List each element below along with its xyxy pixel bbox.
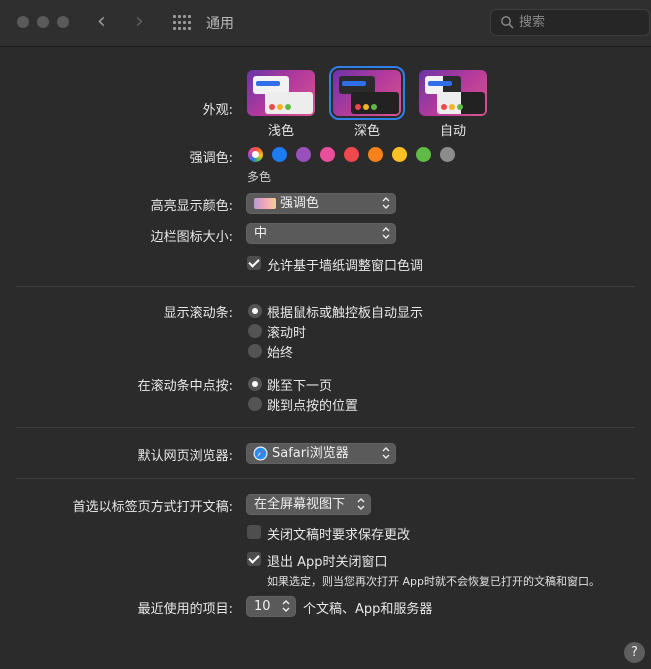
ask-save-label[interactable]: 关闭文稿时要求保存更改 xyxy=(267,524,410,543)
accent-swatch-multicolor[interactable] xyxy=(248,147,263,162)
section-divider xyxy=(16,286,635,287)
accent-selected-name: 多色 xyxy=(247,170,272,184)
appearance-dark-label[interactable]: 深色 xyxy=(333,120,401,139)
show-scrollbars-label: 显示滚动条: xyxy=(163,306,233,321)
accent-swatch-graphite[interactable] xyxy=(440,147,455,162)
close-window-button[interactable] xyxy=(17,16,29,28)
search-input[interactable] xyxy=(519,13,644,32)
accent-swatch-purple[interactable] xyxy=(296,147,311,162)
forward-arrow-icon[interactable]: › xyxy=(135,10,144,34)
scrollbars-always-radio[interactable] xyxy=(248,344,262,358)
wallpaper-tint-checkbox[interactable] xyxy=(247,256,261,270)
accent-swatch-yellow[interactable] xyxy=(392,147,407,162)
zoom-window-button[interactable] xyxy=(57,16,69,28)
recent-items-suffix: 个文稿、App和服务器 xyxy=(303,602,433,617)
prefer-tabs-label: 首选以标签页方式打开文稿: xyxy=(72,500,233,515)
highlight-swatch-icon xyxy=(254,198,276,209)
chevron-updown-icon xyxy=(382,447,390,459)
accent-color-label: 强调色: xyxy=(189,151,233,166)
help-button[interactable]: ? xyxy=(624,642,645,663)
recent-items-popup[interactable]: 10 xyxy=(246,596,296,617)
highlight-color-label: 高亮显示颜色: xyxy=(150,199,233,214)
scrollbars-auto-radio[interactable] xyxy=(248,304,262,318)
highlight-color-value: 强调色 xyxy=(280,196,320,211)
scroll-click-next-page-radio[interactable] xyxy=(248,377,262,391)
show-all-grid-icon[interactable] xyxy=(173,15,191,31)
chevron-updown-icon xyxy=(282,600,290,612)
sidebar-icon-size-label: 边栏图标大小: xyxy=(150,230,233,245)
scroll-click-spot-radio[interactable] xyxy=(248,397,262,411)
prefer-tabs-popup[interactable]: 在全屏幕视图下 xyxy=(246,494,371,515)
sidebar-icon-size-value: 中 xyxy=(254,226,268,241)
scrollbars-when-scrolling-label[interactable]: 滚动时 xyxy=(267,322,306,341)
section-divider xyxy=(16,478,635,479)
appearance-light-thumbnail[interactable] xyxy=(247,70,315,116)
scroll-click-spot-label[interactable]: 跳到点按的位置 xyxy=(267,395,358,414)
recent-items-value: 10 xyxy=(254,599,271,614)
section-divider xyxy=(16,427,635,428)
appearance-dark-thumbnail[interactable] xyxy=(329,66,405,120)
appearance-auto-label[interactable]: 自动 xyxy=(419,120,487,139)
accent-swatch-blue[interactable] xyxy=(272,147,287,162)
highlight-color-popup[interactable]: 强调色 xyxy=(246,193,396,214)
chevron-updown-icon xyxy=(357,498,365,510)
default-browser-value: Safari浏览器 xyxy=(272,446,349,461)
close-windows-label[interactable]: 退出 App时关闭窗口 xyxy=(267,551,388,570)
safari-compass-icon xyxy=(253,446,268,461)
ask-save-checkbox[interactable] xyxy=(247,525,261,539)
default-browser-label: 默认网页浏览器: xyxy=(137,449,233,464)
sidebar-icon-size-popup[interactable]: 中 xyxy=(246,223,396,244)
wallpaper-tint-label[interactable]: 允许基于墙纸调整窗口色调 xyxy=(267,255,423,274)
recent-items-label: 最近使用的项目: xyxy=(137,602,233,617)
click-scrollbar-label: 在滚动条中点按: xyxy=(137,379,233,394)
search-icon xyxy=(501,16,514,29)
close-windows-checkbox[interactable] xyxy=(247,552,261,566)
accent-swatch-pink[interactable] xyxy=(320,147,335,162)
accent-swatch-red[interactable] xyxy=(344,147,359,162)
accent-swatch-orange[interactable] xyxy=(368,147,383,162)
title-bar: ‹ › 通用 xyxy=(0,0,651,47)
prefer-tabs-value: 在全屏幕视图下 xyxy=(254,497,346,512)
appearance-auto-thumbnail[interactable] xyxy=(419,70,487,116)
chevron-updown-icon xyxy=(382,197,390,209)
minimize-window-button[interactable] xyxy=(37,16,49,28)
window-title: 通用 xyxy=(206,16,234,32)
close-windows-note: 如果选定，则当您再次打开 App时就不会恢复已打开的文稿和窗口。 xyxy=(267,575,600,588)
chevron-updown-icon xyxy=(382,227,390,239)
scrollbars-always-label[interactable]: 始终 xyxy=(267,342,293,361)
scrollbars-auto-label[interactable]: 根据鼠标或触控板自动显示 xyxy=(267,302,423,321)
accent-swatch-green[interactable] xyxy=(416,147,431,162)
appearance-light-label[interactable]: 浅色 xyxy=(247,120,315,139)
search-field[interactable] xyxy=(490,9,650,36)
scroll-click-next-page-label[interactable]: 跳至下一页 xyxy=(267,375,332,394)
default-browser-popup[interactable]: Safari浏览器 xyxy=(246,443,396,464)
back-arrow-icon[interactable]: ‹ xyxy=(97,10,106,34)
scrollbars-when-scrolling-radio[interactable] xyxy=(248,324,262,338)
appearance-label: 外观: xyxy=(202,103,233,118)
